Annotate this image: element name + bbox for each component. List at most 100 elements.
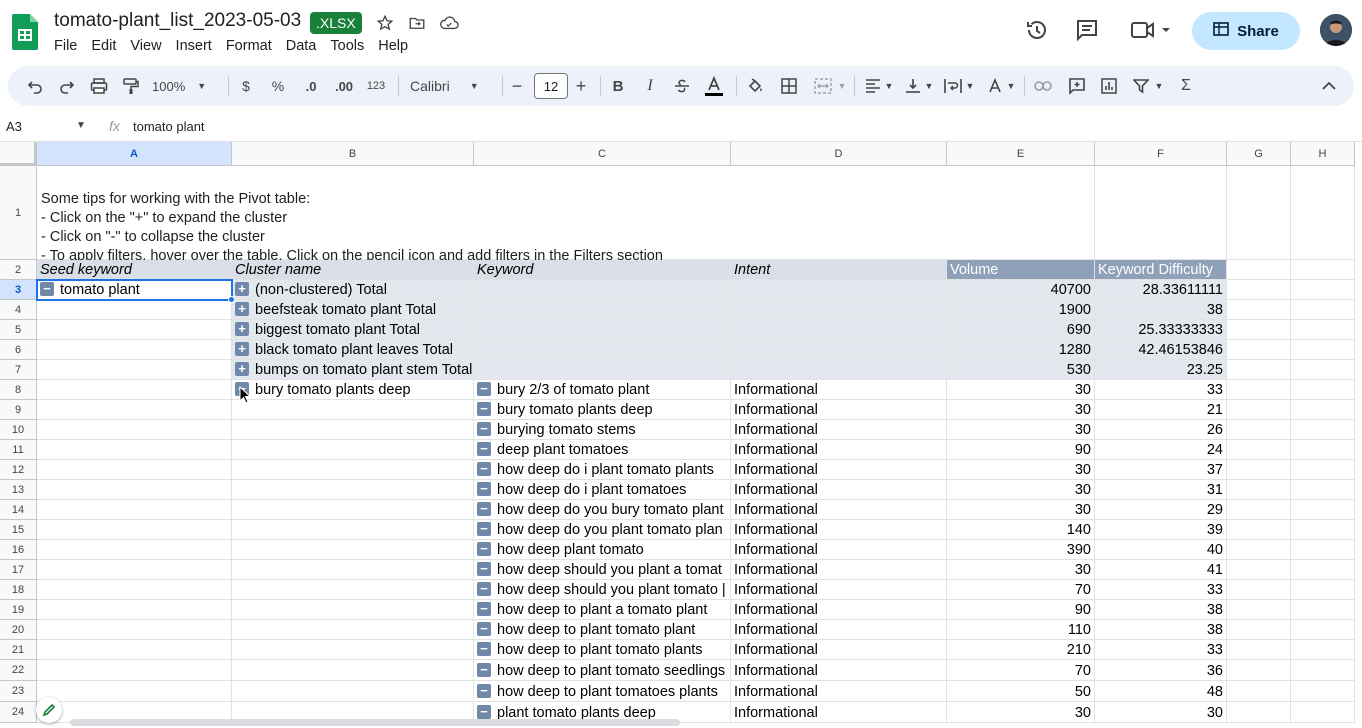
meet-icon[interactable] xyxy=(1128,16,1172,44)
share-button[interactable]: Share xyxy=(1192,12,1300,50)
empty-cell[interactable] xyxy=(1291,166,1355,260)
empty-cell[interactable] xyxy=(1291,400,1355,420)
collapse-toggle[interactable]: − xyxy=(477,622,491,636)
intent-cell[interactable]: Informational xyxy=(731,500,947,520)
empty-cell[interactable] xyxy=(37,660,232,681)
intent-cell[interactable]: Informational xyxy=(731,620,947,640)
empty-cell[interactable] xyxy=(1227,681,1291,702)
row-header[interactable]: 12 xyxy=(0,460,37,480)
row-header[interactable]: 7 xyxy=(0,360,37,380)
volume-cell[interactable]: 50 xyxy=(947,681,1095,702)
volume-cell[interactable]: 390 xyxy=(947,540,1095,560)
header-volume[interactable]: Volume xyxy=(947,260,1095,280)
merge-icon[interactable]: ▼ xyxy=(810,74,850,98)
cluster-total-intent[interactable] xyxy=(731,340,947,360)
kd-cell[interactable]: 40 xyxy=(1095,540,1227,560)
empty-cell[interactable] xyxy=(1291,420,1355,440)
empty-cell[interactable] xyxy=(1227,320,1291,340)
kd-cell[interactable]: 21 xyxy=(1095,400,1227,420)
sheets-logo-icon[interactable] xyxy=(12,14,38,50)
expand-toggle[interactable]: + xyxy=(235,342,249,356)
empty-cell[interactable] xyxy=(1291,380,1355,400)
keyword-cell[interactable]: − how deep to plant a tomato plant xyxy=(474,600,731,620)
header-keyword[interactable]: Keyword xyxy=(474,260,731,280)
cluster-total-name[interactable]: + (non-clustered) Total xyxy=(232,280,474,300)
cluster-total-kd[interactable]: 42.46153846 xyxy=(1095,340,1227,360)
cluster-total-keyword[interactable] xyxy=(474,280,731,300)
row-header[interactable]: 8 xyxy=(0,380,37,400)
cluster-total-keyword[interactable] xyxy=(474,320,731,340)
empty-cell[interactable] xyxy=(1227,380,1291,400)
column-header[interactable]: F xyxy=(1095,142,1227,166)
intent-cell[interactable]: Informational xyxy=(731,540,947,560)
menu-file[interactable]: File xyxy=(54,38,84,54)
empty-cell[interactable] xyxy=(37,380,232,400)
cluster-total-volume[interactable]: 1900 xyxy=(947,300,1095,320)
kd-cell[interactable]: 37 xyxy=(1095,460,1227,480)
keyword-cell[interactable]: − how deep plant tomato xyxy=(474,540,731,560)
empty-cell[interactable] xyxy=(731,166,947,260)
column-header[interactable]: D xyxy=(731,142,947,166)
cluster-total-name[interactable]: + biggest tomato plant Total xyxy=(232,320,474,340)
empty-cell[interactable] xyxy=(37,580,232,600)
decrease-decimal-button[interactable]: .0 xyxy=(298,74,324,98)
empty-cell[interactable] xyxy=(1227,620,1291,640)
font-size-increase-button[interactable]: + xyxy=(572,74,590,98)
empty-cell[interactable] xyxy=(1227,420,1291,440)
font-size-input[interactable]: 12 xyxy=(534,73,568,99)
empty-cell[interactable] xyxy=(37,480,232,500)
keyword-cell[interactable]: − how deep should you plant a tomat xyxy=(474,560,731,580)
valign-icon[interactable]: ▼ xyxy=(902,74,936,98)
intent-cell[interactable]: Informational xyxy=(731,380,947,400)
empty-cell[interactable] xyxy=(232,460,474,480)
volume-cell[interactable]: 30 xyxy=(947,380,1095,400)
empty-cell[interactable] xyxy=(37,520,232,540)
cluster-total-name[interactable]: + beefsteak tomato plant Total xyxy=(232,300,474,320)
kd-cell[interactable]: 26 xyxy=(1095,420,1227,440)
row-header[interactable]: 1 xyxy=(0,166,37,260)
wrap-icon[interactable]: ▼ xyxy=(942,74,976,98)
empty-cell[interactable] xyxy=(1291,440,1355,460)
empty-cell[interactable] xyxy=(232,400,474,420)
empty-cell[interactable] xyxy=(1291,620,1355,640)
empty-cell[interactable] xyxy=(37,640,232,660)
volume-cell[interactable]: 30 xyxy=(947,480,1095,500)
empty-cell[interactable] xyxy=(1227,460,1291,480)
expand-toggle[interactable]: + xyxy=(235,362,249,376)
empty-cell[interactable] xyxy=(37,360,232,380)
header-keyword-difficulty[interactable]: Keyword Difficulty xyxy=(1095,260,1227,280)
row-header[interactable]: 10 xyxy=(0,420,37,440)
volume-cell[interactable]: 90 xyxy=(947,440,1095,460)
kd-cell[interactable]: 48 xyxy=(1095,681,1227,702)
formula-input[interactable]: tomato plant xyxy=(133,119,205,134)
cluster-total-kd[interactable]: 28.33611111 xyxy=(1095,280,1227,300)
collapse-toggle[interactable]: − xyxy=(477,582,491,596)
empty-cell[interactable] xyxy=(1291,681,1355,702)
cluster-total-volume[interactable]: 690 xyxy=(947,320,1095,340)
more-formats-button[interactable]: 123 xyxy=(364,74,388,98)
row-header[interactable]: 19 xyxy=(0,600,37,620)
empty-cell[interactable] xyxy=(37,320,232,340)
empty-cell[interactable] xyxy=(1227,702,1291,723)
collapse-toggle[interactable]: − xyxy=(477,482,491,496)
menu-format[interactable]: Format xyxy=(219,38,279,54)
kd-cell[interactable]: 33 xyxy=(1095,580,1227,600)
empty-cell[interactable] xyxy=(37,400,232,420)
cluster-total-intent[interactable] xyxy=(731,280,947,300)
column-header[interactable]: E xyxy=(947,142,1095,166)
row-header[interactable]: 23 xyxy=(0,681,37,702)
empty-cell[interactable] xyxy=(1227,580,1291,600)
borders-icon[interactable] xyxy=(778,74,800,98)
empty-cell[interactable] xyxy=(1227,340,1291,360)
align-icon[interactable]: ▼ xyxy=(862,74,896,98)
collapse-toggle[interactable]: − xyxy=(40,282,54,296)
increase-decimal-button[interactable]: .00 xyxy=(330,74,358,98)
volume-cell[interactable]: 30 xyxy=(947,460,1095,480)
redo-icon[interactable] xyxy=(56,74,78,98)
strikethrough-icon[interactable] xyxy=(672,74,692,98)
empty-cell[interactable] xyxy=(37,560,232,580)
column-header[interactable]: H xyxy=(1291,142,1355,166)
cluster-total-name[interactable]: + bumps on tomato plant stem Total xyxy=(232,360,474,380)
keyword-cell[interactable]: − bury tomato plants deep xyxy=(474,400,731,420)
empty-cell[interactable] xyxy=(232,600,474,620)
